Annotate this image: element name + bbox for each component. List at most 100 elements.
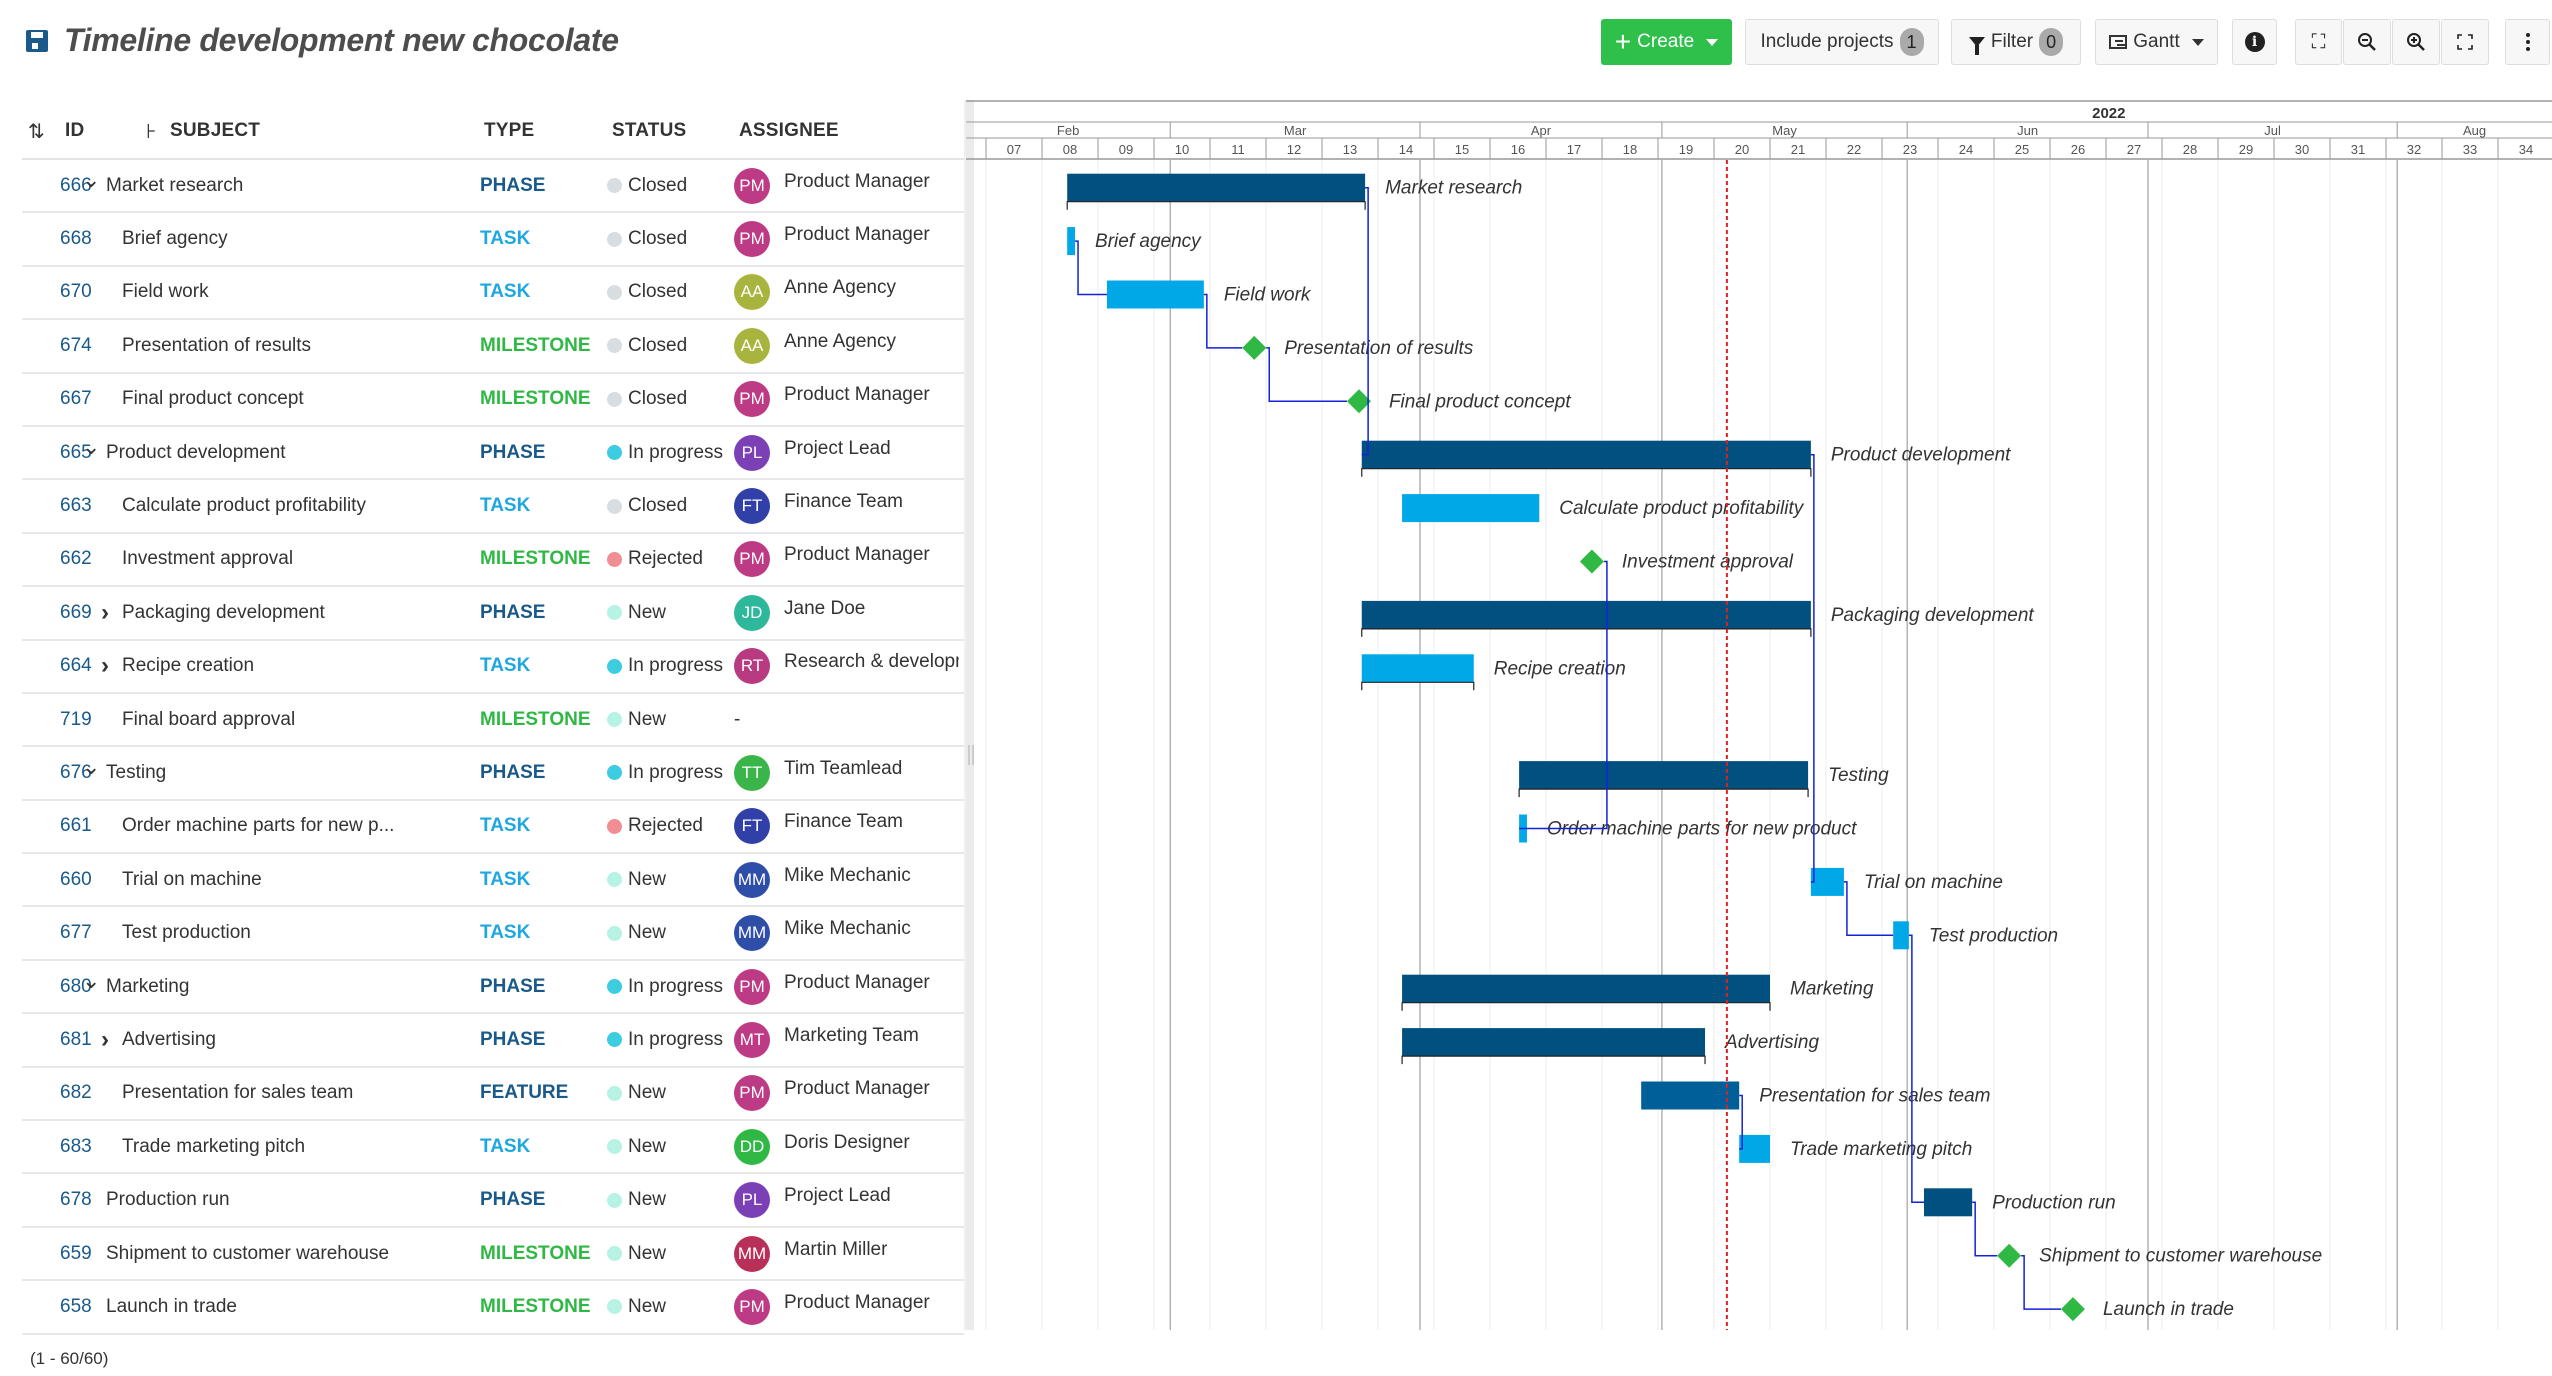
work-package-id-link[interactable]: 664 (60, 655, 92, 677)
assignee-field[interactable]: MM Martin Miller (734, 1235, 887, 1272)
table-row[interactable]: 674 Presentation of results MILESTONE Close… (22, 320, 964, 374)
table-row[interactable]: 681 › Advertising PHASE In progress MT Marketi… (22, 1014, 964, 1068)
milestone-diamond[interactable] (1242, 335, 1267, 360)
work-package-id-link[interactable]: 663 (60, 495, 92, 517)
assignee-field[interactable]: AA Anne Agency (734, 327, 896, 364)
floppy-disk-icon[interactable] (26, 29, 48, 52)
assignee-field[interactable]: JD Jane Doe (734, 594, 865, 631)
subject[interactable]: Presentation for sales team (122, 1082, 353, 1104)
subject[interactable]: Presentation of results (122, 335, 311, 357)
chevron-down-icon[interactable]: ⌄ (82, 434, 100, 460)
subject[interactable]: Testing (106, 762, 166, 784)
phase-bar[interactable] (1361, 600, 1811, 629)
task-bar[interactable] (1739, 1134, 1770, 1163)
milestone-diamond[interactable] (1579, 549, 1604, 574)
table-row[interactable]: 669 › Packaging development PHASE New JD Jane … (22, 587, 964, 641)
subject[interactable]: Test production (122, 922, 251, 944)
column-header-assignee[interactable]: ASSIGNEE (739, 120, 839, 142)
zoom-in-button[interactable] (2392, 19, 2440, 65)
chevron-down-icon[interactable]: ⌄ (82, 754, 100, 780)
subject[interactable]: Recipe creation (122, 655, 254, 677)
work-package-id-link[interactable]: 719 (60, 709, 92, 731)
phase-bar[interactable] (1067, 173, 1366, 202)
table-row[interactable]: 680 ⌄ Marketing PHASE In progress PM Product M… (22, 961, 964, 1015)
assignee-field[interactable]: PL Project Lead (734, 1182, 891, 1219)
task-bar[interactable] (1106, 280, 1204, 309)
column-header-status[interactable]: STATUS (612, 120, 686, 142)
work-package-id-link[interactable]: 668 (60, 228, 92, 250)
work-package-id-link[interactable]: 659 (60, 1243, 92, 1265)
status-field[interactable]: In progress (607, 976, 723, 998)
column-header-id[interactable]: ID (65, 120, 84, 142)
table-row[interactable]: 661 Order machine parts for new p... TASK R… (22, 801, 964, 855)
subject[interactable]: Calculate product profitability (122, 495, 366, 517)
subject[interactable]: Packaging development (122, 602, 325, 624)
subject[interactable]: Trade marketing pitch (122, 1136, 305, 1158)
assignee-field[interactable]: PM Product Manager (734, 221, 930, 258)
status-field[interactable]: New (607, 869, 666, 891)
table-row[interactable]: 668 Brief agency TASK Closed PM Product Manag… (22, 213, 964, 267)
subject[interactable]: Order machine parts for new p... (122, 815, 394, 837)
phase-bar[interactable] (1402, 1028, 1706, 1057)
work-package-id-link[interactable]: 658 (60, 1296, 92, 1318)
details-button[interactable]: i (2232, 19, 2277, 65)
status-field[interactable]: New (607, 1136, 666, 1158)
status-field[interactable]: Closed (607, 495, 687, 517)
milestone-diamond[interactable] (2060, 1297, 2085, 1322)
table-row[interactable]: 663 Calculate product profitability TASK Cl… (22, 480, 964, 534)
assignee-field[interactable]: PM Product Manager (734, 541, 930, 578)
status-field[interactable]: Closed (607, 281, 687, 303)
status-field[interactable]: In progress (607, 442, 723, 464)
assignee-field[interactable]: PM Product Manager (734, 1075, 930, 1112)
table-row[interactable]: 664 › Recipe creation TASK In progress RT Rese… (22, 641, 964, 694)
subject[interactable]: Launch in trade (106, 1296, 237, 1318)
status-field[interactable]: Rejected (607, 815, 703, 837)
subject[interactable]: Field work (122, 281, 209, 303)
work-package-id-link[interactable]: 682 (60, 1082, 92, 1104)
table-row[interactable]: 719 Final board approval MILESTONE New - (22, 694, 964, 748)
subject[interactable]: Market research (106, 175, 243, 197)
status-field[interactable]: New (607, 602, 666, 624)
assignee-field[interactable]: PM Product Manager (734, 1288, 930, 1325)
status-field[interactable]: Closed (607, 388, 687, 410)
assignee-field[interactable]: DD Doris Designer (734, 1128, 910, 1165)
subject[interactable]: Shipment to customer warehouse (106, 1243, 389, 1265)
subject[interactable]: Marketing (106, 976, 189, 998)
table-row[interactable]: 660 Trial on machine TASK New MM Mike Mechani… (22, 854, 964, 908)
status-field[interactable]: In progress (607, 1029, 723, 1051)
table-row[interactable]: 677 Test production TASK New MM Mike Mechanic (22, 907, 964, 961)
phase-bar[interactable] (1519, 761, 1809, 790)
assignee-field[interactable]: TT Tim Teamlead (734, 754, 902, 791)
subject[interactable]: Final board approval (122, 709, 295, 731)
column-header-type[interactable]: TYPE (484, 120, 534, 142)
chevron-down-icon[interactable]: ⌄ (82, 968, 100, 994)
assignee-field[interactable]: FT Finance Team (734, 488, 903, 525)
work-package-id-link[interactable]: 667 (60, 388, 92, 410)
assignee-field[interactable]: RT Research & developm (734, 648, 959, 685)
work-package-id-link[interactable]: 660 (60, 869, 92, 891)
create-button[interactable]: + Create (1601, 19, 1732, 65)
subject[interactable]: Product development (106, 442, 286, 464)
table-row[interactable]: 678 Production run PHASE New PL Project Lead (22, 1174, 964, 1228)
filter-button[interactable]: Filter 0 (1951, 19, 2081, 65)
status-field[interactable]: Closed (607, 175, 687, 197)
table-row[interactable]: 665 ⌄ Product development PHASE In progress P… (22, 427, 964, 481)
assignee-field[interactable]: PM Product Manager (734, 968, 930, 1005)
assignee-field[interactable]: FT Finance Team (734, 808, 903, 845)
table-row[interactable]: 667 Final product concept MILESTONE Closed P… (22, 374, 964, 427)
status-field[interactable]: New (607, 1189, 666, 1211)
zoom-auto-button[interactable]: ⛶ (2295, 19, 2342, 65)
phase-bar[interactable] (1402, 974, 1770, 1003)
subject[interactable]: Production run (106, 1189, 230, 1211)
subject[interactable]: Trial on machine (122, 869, 262, 891)
work-package-id-link[interactable]: 661 (60, 815, 92, 837)
subject[interactable]: Final product concept (122, 388, 304, 410)
zoom-out-button[interactable] (2343, 19, 2391, 65)
phase-bar[interactable] (1361, 440, 1811, 469)
chevron-right-icon[interactable]: › (98, 652, 112, 680)
task-bar[interactable] (1810, 867, 1844, 896)
more-actions-button[interactable] (2505, 19, 2550, 65)
assignee-field[interactable]: AA Anne Agency (734, 274, 896, 311)
chevron-right-icon[interactable]: › (98, 1026, 112, 1054)
table-row[interactable]: 683 Trade marketing pitch TASK New DD Doris D… (22, 1121, 964, 1175)
